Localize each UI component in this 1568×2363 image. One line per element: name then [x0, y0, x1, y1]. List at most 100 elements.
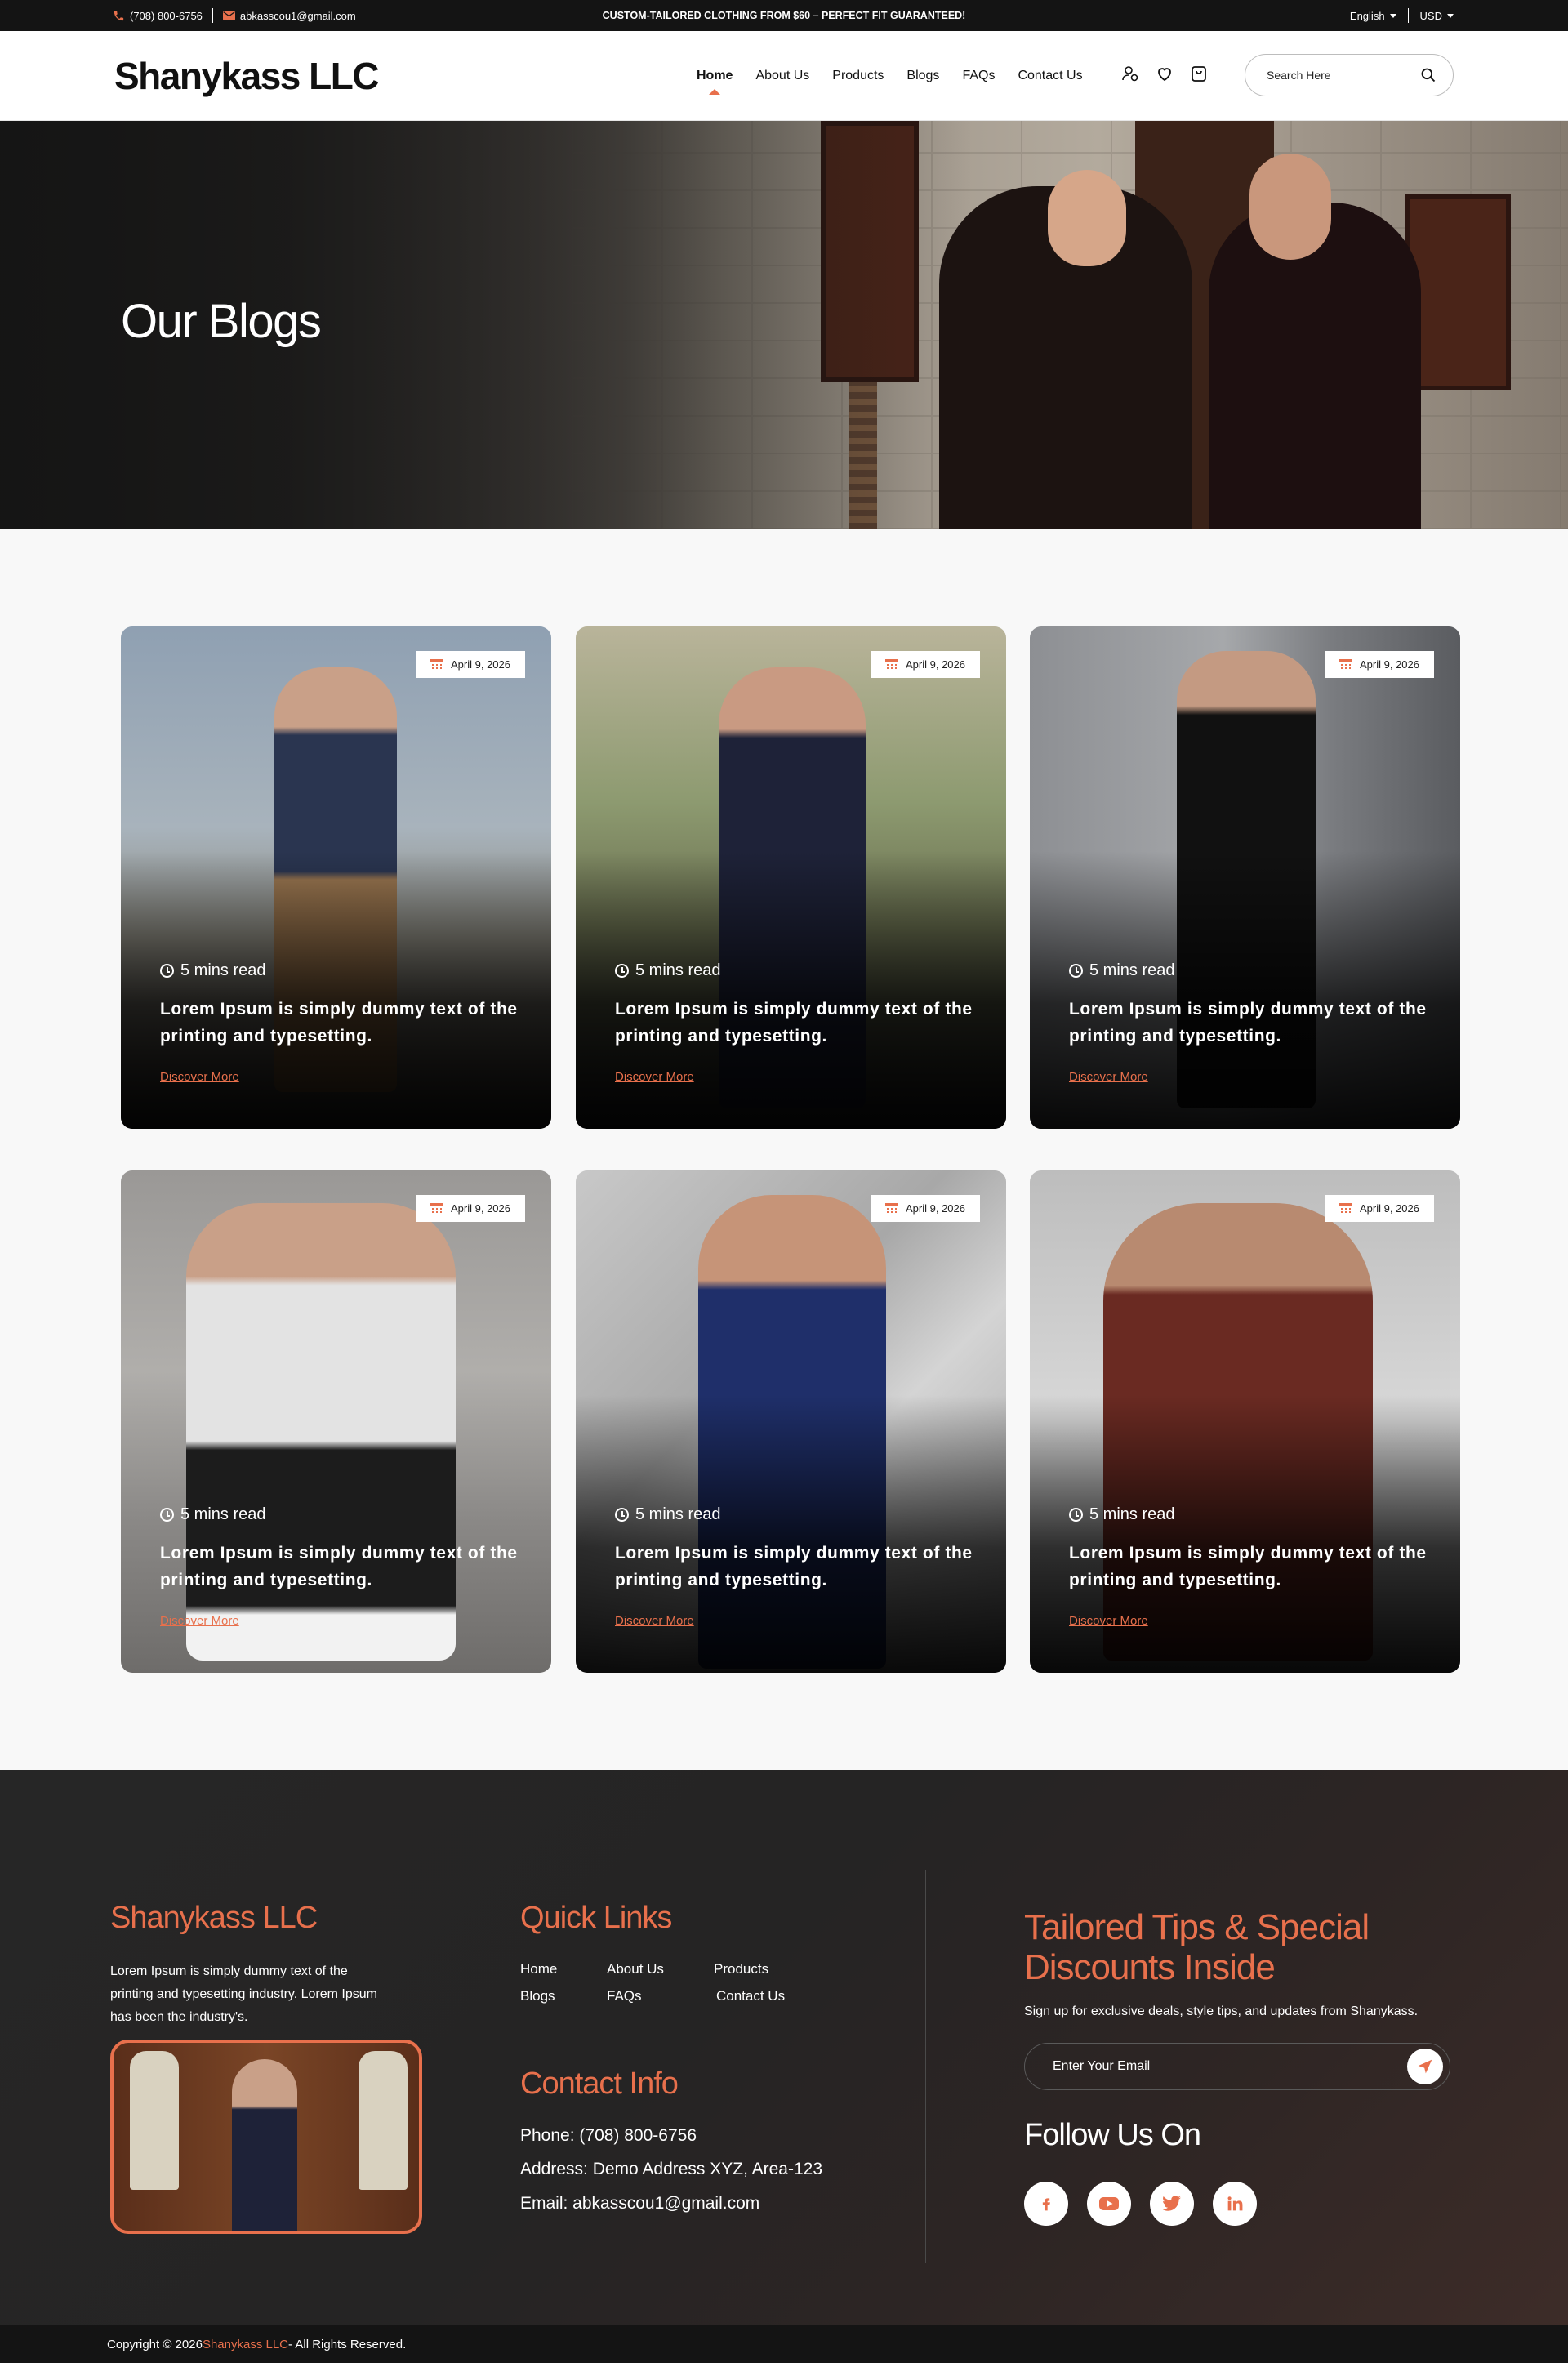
read-time-text: 5 mins read — [1089, 1505, 1175, 1523]
copyright-bar: Copyright © 2026 Shanykass LLC - All Rig… — [0, 2325, 1568, 2363]
newsletter-email-input[interactable] — [1053, 2059, 1407, 2074]
chevron-down-icon — [1447, 13, 1454, 18]
site-footer: Shanykass LLC Lorem Ipsum is simply dumm… — [0, 1770, 1568, 2325]
card-overlay — [576, 851, 1006, 1129]
search-input[interactable] — [1267, 69, 1420, 82]
follow-us-title: Follow Us On — [1024, 2118, 1201, 2152]
search-box — [1245, 54, 1454, 96]
contact-phone[interactable]: Phone: (708) 800-6756 — [520, 2126, 697, 2146]
blog-date: April 9, 2026 — [906, 658, 965, 671]
facebook-glyph — [1042, 2198, 1050, 2211]
read-time: 5 mins read — [1069, 961, 1175, 980]
discover-more-link[interactable]: Discover More — [160, 1614, 239, 1628]
heart-icon[interactable] — [1155, 64, 1174, 83]
blog-card[interactable]: April 9, 2026 5 mins read Lorem Ipsum is… — [576, 1170, 1006, 1673]
hero-banner: Our Blogs — [0, 121, 1568, 529]
newsletter-title: Tailored Tips & Special Discounts Inside — [1024, 1907, 1370, 1987]
nav-blogs[interactable]: Blogs — [906, 69, 939, 83]
blog-date: April 9, 2026 — [1360, 658, 1419, 671]
copyright-suffix: - All Rights Reserved. — [288, 2337, 407, 2352]
twitter-icon[interactable] — [1150, 2182, 1194, 2226]
search-icon[interactable] — [1420, 67, 1437, 83]
read-time-text: 5 mins read — [635, 1505, 721, 1523]
discover-more-link[interactable]: Discover More — [1069, 1614, 1148, 1628]
footer-link-home[interactable]: Home — [520, 1961, 557, 1977]
mail-icon — [222, 11, 235, 20]
date-badge: April 9, 2026 — [1325, 1195, 1434, 1222]
blog-title[interactable]: Lorem Ipsum is simply dummy text of the … — [1069, 1540, 1428, 1594]
blog-card[interactable]: April 9, 2026 5 mins read Lorem Ipsum is… — [1030, 1170, 1460, 1673]
read-time: 5 mins read — [1069, 1505, 1175, 1524]
email-text: abkasscou1@gmail.com — [239, 9, 356, 22]
blog-card[interactable]: April 9, 2026 5 mins read Lorem Ipsum is… — [121, 1170, 551, 1673]
contact-info-title: Contact Info — [520, 2067, 679, 2101]
clock-icon — [160, 1508, 174, 1522]
date-badge: April 9, 2026 — [871, 1195, 980, 1222]
read-time: 5 mins read — [160, 961, 266, 980]
card-overlay — [121, 851, 551, 1129]
footer-link-blogs[interactable]: Blogs — [520, 1988, 555, 2004]
read-time-text: 5 mins read — [1089, 961, 1175, 979]
language-dropdown[interactable]: English — [1350, 10, 1396, 22]
discover-more-link[interactable]: Discover More — [160, 1070, 239, 1084]
blog-date: April 9, 2026 — [906, 1202, 965, 1215]
blog-card[interactable]: April 9, 2026 5 mins read Lorem Ipsum is… — [1030, 626, 1460, 1129]
newsletter-subtitle: Sign up for exclusive deals, style tips,… — [1024, 2004, 1419, 2018]
footer-brand[interactable]: Shanykass LLC — [110, 1901, 318, 1936]
blog-title[interactable]: Lorem Ipsum is simply dummy text of the … — [615, 1540, 974, 1594]
blog-title[interactable]: Lorem Ipsum is simply dummy text of the … — [1069, 996, 1428, 1050]
currency-dropdown[interactable]: USD — [1420, 10, 1454, 22]
clock-icon — [615, 964, 629, 978]
blog-title[interactable]: Lorem Ipsum is simply dummy text of the … — [160, 1540, 519, 1594]
discover-more-link[interactable]: Discover More — [615, 1070, 694, 1084]
footer-divider — [925, 1870, 926, 2263]
copyright-brand[interactable]: Shanykass LLC — [203, 2338, 288, 2352]
card-overlay — [1030, 851, 1460, 1129]
calendar-icon — [885, 1202, 898, 1215]
youtube-glyph — [1099, 2197, 1119, 2210]
footer-tailor-image — [110, 2040, 422, 2234]
nav-products[interactable]: Products — [832, 69, 884, 83]
clock-icon — [1069, 1508, 1083, 1522]
cart-icon[interactable] — [1189, 64, 1209, 83]
suit-on-rack — [359, 2051, 408, 2190]
footer-link-contact-us[interactable]: Contact Us — [716, 1988, 785, 2004]
facebook-icon[interactable] — [1024, 2182, 1068, 2226]
divider — [212, 8, 213, 23]
nav-about-us[interactable]: About Us — [755, 69, 809, 83]
date-badge: April 9, 2026 — [416, 651, 525, 678]
language-label: English — [1349, 9, 1385, 22]
nav-home[interactable]: Home — [697, 69, 733, 95]
blog-date: April 9, 2026 — [451, 658, 510, 671]
blog-card[interactable]: April 9, 2026 5 mins read Lorem Ipsum is… — [121, 626, 551, 1129]
user-icon[interactable] — [1120, 64, 1140, 83]
site-logo[interactable]: Shanykass LLC — [114, 54, 380, 98]
calendar-icon — [1339, 1202, 1352, 1215]
footer-link-products[interactable]: Products — [714, 1961, 768, 1977]
social-links — [1024, 2182, 1257, 2226]
send-button[interactable] — [1407, 2049, 1443, 2084]
blog-card[interactable]: April 9, 2026 5 mins read Lorem Ipsum is… — [576, 626, 1006, 1129]
date-badge: April 9, 2026 — [871, 651, 980, 678]
linkedin-icon[interactable] — [1213, 2182, 1257, 2226]
footer-link-about-us[interactable]: About Us — [607, 1961, 664, 1977]
contact-email[interactable]: Email: abkasscou1@gmail.com — [520, 2194, 760, 2214]
youtube-icon[interactable] — [1087, 2182, 1131, 2226]
discover-more-link[interactable]: Discover More — [1069, 1070, 1148, 1084]
nav-faqs[interactable]: FAQs — [962, 69, 995, 83]
phone-contact[interactable]: (708) 800-6756 — [113, 10, 203, 22]
main-nav: Home About Us Products Blogs FAQs Contac… — [697, 31, 1083, 121]
footer-link-faqs[interactable]: FAQs — [607, 1988, 642, 2004]
nav-contact-us[interactable]: Contact Us — [1018, 69, 1082, 83]
blog-title[interactable]: Lorem Ipsum is simply dummy text of the … — [615, 996, 974, 1050]
discover-more-link[interactable]: Discover More — [615, 1614, 694, 1628]
calendar-icon — [430, 658, 443, 671]
date-badge: April 9, 2026 — [416, 1195, 525, 1222]
calendar-icon — [430, 1202, 443, 1215]
page-title: Our Blogs — [121, 295, 322, 348]
blog-title[interactable]: Lorem Ipsum is simply dummy text of the … — [160, 996, 519, 1050]
contact-address: Address: Demo Address XYZ, Area-123 — [520, 2160, 823, 2178]
site-header: Shanykass LLC Home About Us Products Blo… — [0, 31, 1568, 121]
clock-icon — [615, 1508, 629, 1522]
email-contact[interactable]: abkasscou1@gmail.com — [222, 9, 356, 22]
